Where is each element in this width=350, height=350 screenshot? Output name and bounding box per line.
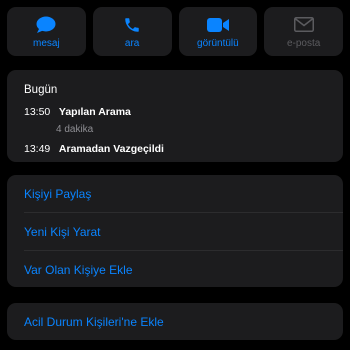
video-icon — [206, 15, 229, 35]
recent-calls-card: Bugün 13:50 Yapılan Arama 4 dakika 13:49… — [7, 70, 343, 162]
call-type: Aramadan Vazgeçildi — [58, 143, 164, 155]
call-button[interactable]: ara — [92, 7, 172, 56]
call-row: 13:49 Aramadan Vazgeçildi — [24, 143, 164, 155]
emergency-card: Acil Durum Kişileri'ne Ekle — [7, 303, 343, 340]
mail-button[interactable]: e-posta — [264, 7, 343, 56]
create-new-contact-button[interactable]: Yeni Kişi Yarat — [24, 213, 343, 251]
message-button[interactable]: mesaj — [7, 7, 86, 56]
add-to-existing-contact-button[interactable]: Var Olan Kişiye Ekle — [24, 251, 343, 288]
call-row: 13:50 Yapılan Arama 4 dakika — [24, 106, 131, 135]
call-duration: 4 dakika — [56, 124, 94, 135]
call-time: 13:50 — [24, 106, 51, 118]
call-label: ara — [124, 37, 140, 49]
phone-icon — [123, 15, 141, 35]
message-label: mesaj — [33, 37, 60, 49]
call-time: 13:49 — [24, 143, 51, 155]
share-contact-button[interactable]: Kişiyi Paylaş — [24, 175, 343, 213]
action-buttons: mesaj ara görüntülü e-posta — [7, 7, 343, 56]
video-label: görüntülü — [197, 37, 239, 49]
recent-calls-heading: Bugün — [24, 84, 58, 96]
mail-label: e-posta — [286, 37, 321, 49]
mail-icon — [293, 15, 314, 35]
message-icon — [36, 15, 56, 35]
add-emergency-contact-button[interactable]: Acil Durum Kişileri'ne Ekle — [24, 303, 164, 340]
contact-options-card: Kişiyi Paylaş Yeni Kişi Yarat Var Olan K… — [7, 175, 343, 287]
call-type: Yapılan Arama — [58, 106, 131, 118]
video-button[interactable]: görüntülü — [178, 7, 258, 56]
